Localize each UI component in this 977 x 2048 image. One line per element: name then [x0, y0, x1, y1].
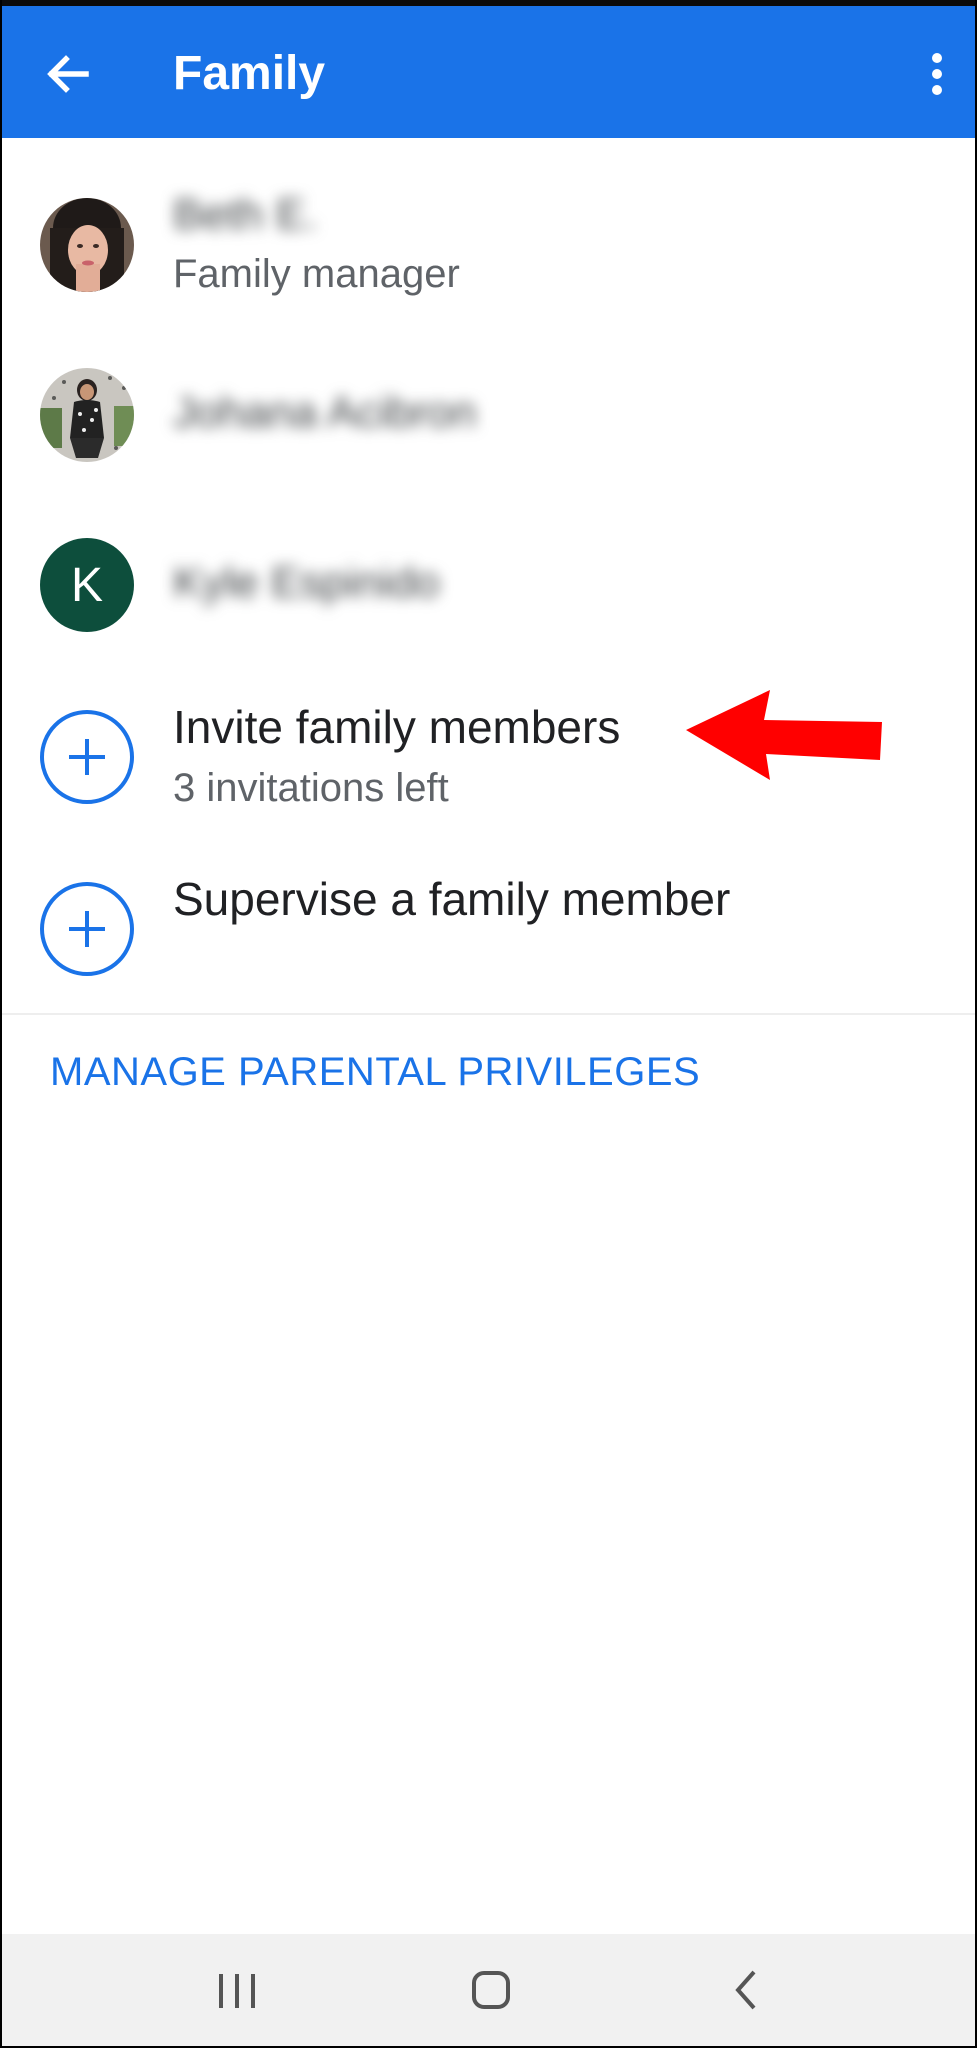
invite-label: Invite family members: [173, 701, 621, 753]
nav-back-button[interactable]: [686, 1934, 806, 2046]
avatar-photo: [40, 198, 134, 292]
system-nav-bar: [2, 1934, 975, 2046]
avatar: [40, 198, 134, 292]
back-button[interactable]: [36, 42, 100, 106]
home-icon: [472, 1971, 510, 2009]
member-row[interactable]: K Kyle Espinido: [2, 538, 975, 638]
invitations-left: 3 invitations left: [173, 766, 449, 810]
more-options-button[interactable]: [917, 42, 957, 106]
app-bar: Family: [2, 6, 975, 138]
divider: [2, 1013, 975, 1015]
member-role: Family manager: [173, 252, 460, 296]
member-row[interactable]: Beth E. Family manager: [2, 190, 975, 310]
more-vert-icon: [932, 53, 942, 95]
recent-apps-button[interactable]: [177, 1934, 297, 2046]
nav-back-icon: [735, 1970, 756, 2010]
home-button[interactable]: [431, 1934, 551, 2046]
member-name: Johana Acibron: [173, 388, 477, 437]
member-row[interactable]: Johana Acibron: [2, 368, 975, 468]
avatar: K: [40, 538, 134, 632]
member-name: Kyle Espinido: [173, 558, 440, 607]
red-arrow-icon: [686, 690, 882, 780]
page-title: Family: [173, 47, 326, 100]
member-name: Beth E.: [173, 190, 318, 239]
add-circle-icon: [40, 882, 134, 976]
recent-apps-icon: [219, 1974, 255, 2008]
supervise-label: Supervise a family member: [173, 873, 731, 925]
avatar-photo: [40, 368, 134, 462]
family-screen: Family Beth E. Family manager Johana Aci…: [0, 0, 977, 2048]
add-circle-icon: [40, 710, 134, 804]
manage-parental-privileges-link[interactable]: MANAGE PARENTAL PRIVILEGES: [50, 1050, 700, 1095]
supervise-family-member[interactable]: Supervise a family member: [2, 872, 975, 982]
arrow-back-icon: [47, 55, 89, 93]
avatar: [40, 368, 134, 462]
